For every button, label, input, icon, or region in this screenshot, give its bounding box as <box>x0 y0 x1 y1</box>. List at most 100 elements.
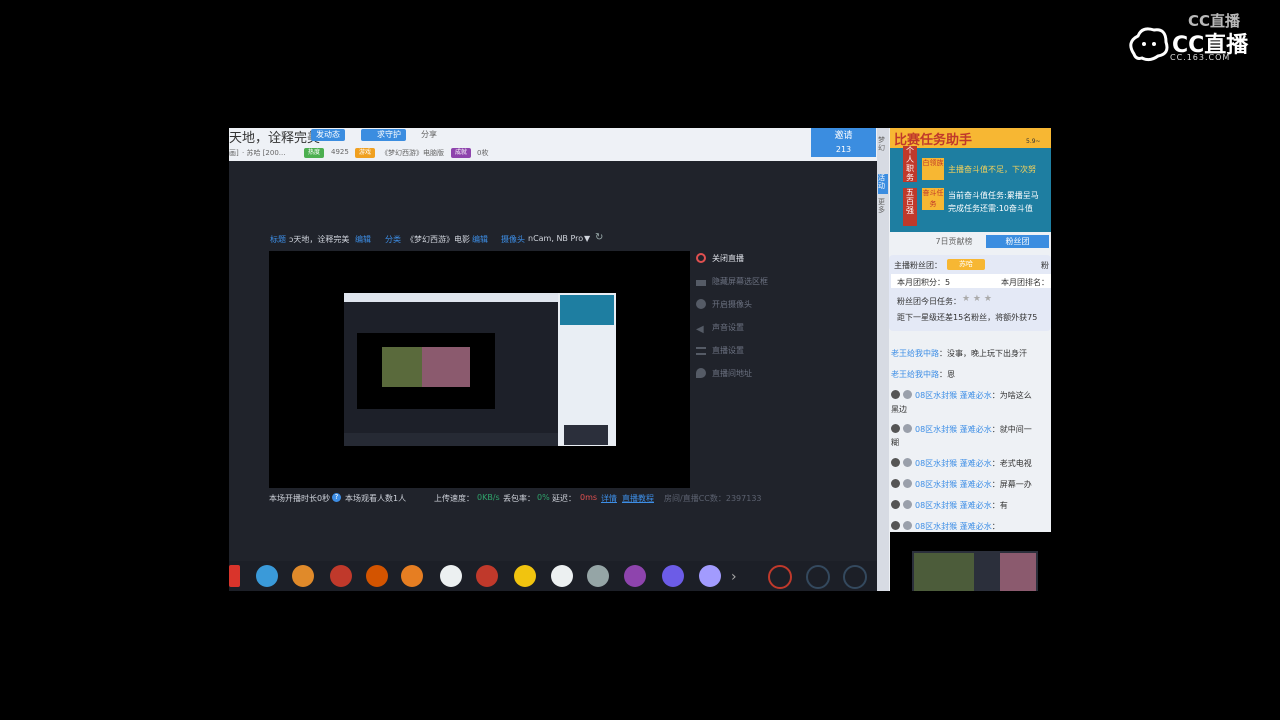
gift-sparkler-icon[interactable] <box>699 565 721 587</box>
gift-red-packet-icon[interactable] <box>229 565 240 587</box>
banner-row1: 主播奋斗值不足，下次努 <box>948 165 1036 174</box>
room-cc-number: 房间/直播CC数：2397133 <box>664 494 762 503</box>
chat-message: 08区水封猴 蓬难必水：屏幕一办 <box>891 479 1032 490</box>
recharge-icon[interactable] <box>768 565 792 589</box>
banner-tab-personal[interactable]: 个人职务 <box>903 146 917 182</box>
gift-star-icon[interactable] <box>662 565 684 587</box>
follow-button[interactable]: 发动态 <box>311 129 345 141</box>
loss-label: 丢包率： <box>503 494 535 503</box>
chevron-down-icon[interactable]: ▼ <box>584 234 590 243</box>
star-rating-icon: ★ ★ ★ <box>962 294 992 304</box>
detail-link[interactable]: 详情 <box>601 493 617 504</box>
category-label: 分类 <box>385 235 401 244</box>
room-address-button[interactable]: 直播间地址 <box>696 368 752 379</box>
game-tag: 游戏 <box>355 148 376 158</box>
category-value: 《梦幻西游》电影 <box>406 235 470 244</box>
fan-badge-icon <box>903 458 912 467</box>
app-window: 天地，诠释完美 发动态 求守护 分享 画] · 苏哈 [200... 热度 49… <box>229 128 1051 591</box>
banner-row3: 完成任务还需:10奋斗值 <box>948 204 1033 213</box>
invite-button[interactable]: 邀请 213 <box>811 128 876 157</box>
fan-word: 粉 <box>1041 261 1049 270</box>
tab-contribution-rank[interactable]: 7日贡献榜 <box>924 235 984 248</box>
gift-crystal-icon[interactable] <box>624 565 646 587</box>
banner-task-icon: 奋斗任务 <box>922 188 944 210</box>
achievement-value: 0枚 <box>477 149 489 157</box>
gift-bouquet-icon[interactable] <box>330 565 352 587</box>
side-tab-more[interactable]: 更多 <box>878 198 888 214</box>
chat-message: 08区水封猴 蓬难必水：就中间一 <box>891 424 1032 435</box>
sliders-icon <box>696 347 706 355</box>
room-title: 天地，诠释完美 <box>229 131 321 146</box>
mini-preview <box>890 532 1051 591</box>
live-settings-button[interactable]: 直播设置 <box>696 345 744 356</box>
game-name[interactable]: 《梦幻西游》电脑版 <box>381 148 444 158</box>
upload-value: 0KB/s <box>477 493 500 502</box>
banner-row2: 当前奋斗值任务:累播呈马 <box>948 191 1039 200</box>
guard-button[interactable]: 求守护 <box>361 129 406 141</box>
level-badge-icon <box>891 521 900 530</box>
level-badge-icon <box>891 390 900 399</box>
achievement-tag: 成就 <box>451 148 472 158</box>
power-icon <box>696 253 706 263</box>
shop-icon[interactable] <box>843 565 867 589</box>
refresh-icon[interactable]: ↻ <box>595 232 603 243</box>
gift-thumb-icon[interactable] <box>401 565 423 587</box>
cc-logo-icon <box>1129 27 1169 62</box>
fan-badge-icon <box>903 424 912 433</box>
viewer-count: 本场观看人数1人 <box>345 494 407 503</box>
stop-live-button[interactable]: 关闭直播 <box>696 253 744 264</box>
open-camera-button[interactable]: 开启摄像头 <box>696 299 752 310</box>
watermark-url: CC.163.COM <box>1170 53 1231 62</box>
banner-tab-five[interactable]: 五百强 <box>903 188 917 226</box>
gift-panda-icon[interactable] <box>551 565 573 587</box>
fan-badge-icon <box>903 479 912 488</box>
camera-label: 摄像头 <box>501 235 525 244</box>
chevron-right-icon[interactable]: › <box>731 569 737 585</box>
tutorial-link[interactable]: 直播教程 <box>622 493 654 504</box>
gift-robot-icon[interactable] <box>587 565 609 587</box>
camera-icon <box>696 299 706 309</box>
room-header: 天地，诠释完美 发动态 求守护 分享 画] · 苏哈 [200... 热度 49… <box>229 128 877 161</box>
chat-message: 08区水封猴 蓬难必水： <box>891 521 1000 532</box>
share-link[interactable]: 分享 <box>421 129 437 140</box>
delay-value: 0ms <box>580 493 598 502</box>
loss-value: 0% <box>537 493 550 502</box>
fan-next-level: 距下一星级还差15名粉丝，将额外获75 <box>897 313 1038 322</box>
edit-title-link[interactable]: 编辑 <box>355 234 371 245</box>
level-badge-icon <box>891 424 900 433</box>
monitor-icon <box>696 280 706 286</box>
activity-banner[interactable]: 比赛任务助手 5.9~ 个人职务 五百强 白领族 主播奋斗值不足，下次努 奋斗任… <box>890 128 1051 232</box>
level-badge-icon <box>891 479 900 488</box>
fan-badge-icon <box>903 500 912 509</box>
room-prefix: 画] <box>229 149 239 157</box>
invite-label: 邀请 <box>834 131 853 141</box>
level-badge-icon <box>891 500 900 509</box>
gift-firework-icon[interactable] <box>366 565 388 587</box>
captured-screen <box>344 293 616 446</box>
fan-host-badge: 苏哈 <box>947 259 985 270</box>
fan-task: 粉丝团今日任务： <box>897 297 961 306</box>
help-icon[interactable]: ? <box>332 493 341 502</box>
chat-message: 08区水封猴 蓬难必水：老式电视 <box>891 458 1032 469</box>
gift-bell-icon[interactable] <box>256 565 278 587</box>
sound-settings-button[interactable]: ◀ 声音设置 <box>696 322 744 335</box>
gift-riceball-icon[interactable] <box>440 565 462 587</box>
delay-label: 延迟： <box>552 494 576 503</box>
side-tab-activity[interactable]: 活动 <box>878 174 888 194</box>
hot-tag: 热度 <box>304 148 325 158</box>
side-tab-fantasy[interactable]: 梦幻 <box>878 136 888 152</box>
chat-message: 老王给我中路：恩 <box>891 370 955 379</box>
title-value: ɔ天地，诠释完美 <box>289 235 350 244</box>
hide-capture-frame-button[interactable]: 隐藏屏幕选区框 <box>696 276 768 287</box>
tab-fan-club[interactable]: 粉丝团 <box>986 235 1049 248</box>
bag-icon[interactable] <box>806 565 830 589</box>
stream-preview <box>269 251 690 488</box>
gift-microphone-icon[interactable] <box>514 565 536 587</box>
gift-horn-icon[interactable] <box>292 565 314 587</box>
gift-lantern-icon[interactable] <box>476 565 498 587</box>
edit-category-link[interactable]: 编辑 <box>472 234 488 245</box>
fan-points: 本月团积分：5 <box>897 278 951 287</box>
banner-white-collar: 白领族 <box>922 158 944 180</box>
camera-select[interactable]: nCam, NB Pro <box>528 234 583 243</box>
fan-badge-icon <box>903 521 912 530</box>
